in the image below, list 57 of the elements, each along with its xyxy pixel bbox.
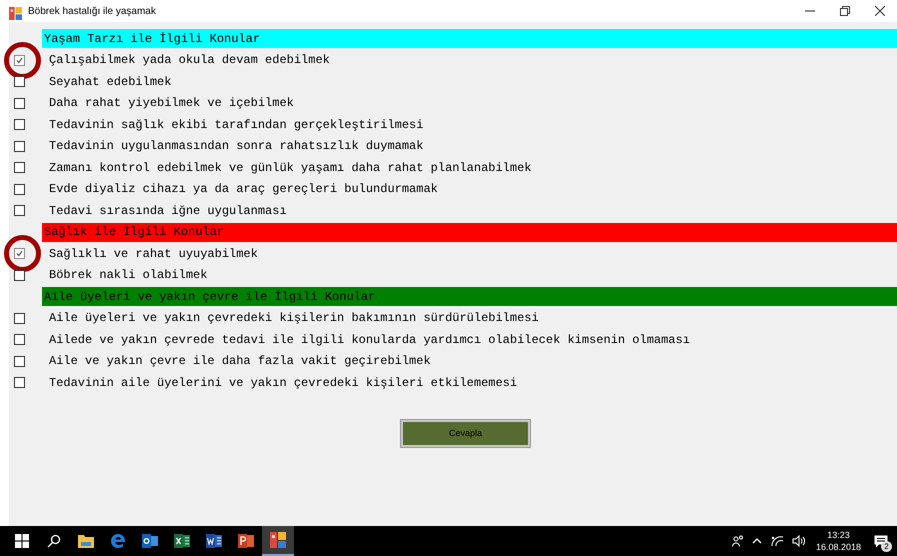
clock-date: 16.08.2018: [816, 541, 861, 553]
checkbox[interactable]: [14, 205, 25, 216]
checkbox-label: Sağlıklı ve rahat uyuyabilmek: [49, 246, 258, 261]
people-icon[interactable]: [732, 535, 744, 547]
folder-icon: [78, 534, 94, 548]
section-header: Yaşam Tarzı ile İlgili Konular: [42, 29, 897, 48]
checkbox-label: Zamanı kontrol edebilmek ve günlük yaşamı daha rahat planlanabilmek: [49, 160, 532, 175]
checkbox[interactable]: [14, 356, 25, 367]
checkbox[interactable]: [14, 76, 25, 88]
clock-time: 13:23: [827, 529, 850, 541]
notification-count: 2: [881, 541, 892, 552]
document-app-icon: [206, 534, 222, 548]
volume-icon[interactable]: [792, 535, 806, 547]
close-icon: [874, 6, 884, 16]
wifi-icon[interactable]: [770, 535, 784, 547]
checkbox[interactable]: [14, 270, 25, 281]
checkbox[interactable]: [14, 184, 25, 195]
checkbox-label: Tedavinin uygulanmasından sonra rahatsızlık duymamak: [49, 139, 424, 154]
checkbox[interactable]: [14, 248, 25, 260]
checkbox[interactable]: [14, 377, 25, 388]
checkbox-label: Tedavinin sağlık ekibi tarafından gerçekleştirilmesi: [49, 118, 424, 132]
restore-icon: [840, 6, 850, 16]
section-header: Sağlık ile İlgili Konular: [42, 222, 897, 242]
window-title: Böbrek hastalığı ile yaşamak: [28, 6, 156, 16]
checkbox-label: Ailede ve yakın çevrede tedavi ile ilgili konularda yardımcı olabilecek kimsenin olmaması: [49, 332, 690, 347]
mail-app-icon: [142, 534, 158, 548]
spreadsheet-icon: [174, 534, 190, 548]
form-app-icon: [270, 532, 286, 548]
checkbox[interactable]: [14, 98, 25, 109]
search-icon: [47, 534, 61, 548]
checkbox[interactable]: [14, 334, 25, 346]
notification-button[interactable]: 2: [869, 526, 893, 556]
section-header: Aile üyeleri ve yakın çevre ile İlgili Konular: [42, 287, 897, 306]
checkmark-icon: [16, 250, 23, 258]
checkmark-icon: [16, 56, 23, 64]
checkbox[interactable]: [14, 140, 25, 152]
form-app-icon: [9, 6, 22, 20]
checkbox[interactable]: [14, 119, 25, 130]
caret-icon[interactable]: [752, 538, 762, 544]
checkbox-label: Daha rahat yiyebilmek ve içebilmek: [49, 96, 294, 110]
checkbox[interactable]: [14, 162, 25, 174]
checkbox-label: Böbrek nakli olabilmek: [49, 268, 208, 282]
submit-button[interactable]: Cevapla: [401, 420, 530, 446]
browser-icon: [110, 533, 126, 549]
taskbar-button[interactable]: [262, 526, 294, 556]
checkbox-label: Çalışabilmek yada okula devam edebilmek: [49, 53, 330, 68]
minimize-icon: [804, 10, 814, 12]
checkbox-label: Evde diyaliz cihazı ya da araç gereçleri bulundurmamak: [49, 182, 438, 196]
checkbox-label: Seyahat edebilmek: [49, 74, 172, 89]
checkbox[interactable]: [14, 54, 25, 66]
checkbox[interactable]: [14, 312, 25, 324]
checkbox-label: Tedavinin aile üyelerini ve yakın çevredeki kişileri etkilememesi: [49, 376, 518, 390]
checkbox-label: Aile ve yakın çevre ile daha fazla vakit geçirebilmek: [49, 354, 431, 368]
windows-icon: [15, 534, 29, 548]
checkbox-label: Tedavi sırasında iğne uygulanması: [49, 204, 287, 218]
presentation-icon: [238, 534, 254, 548]
checkbox-label: Aile üyeleri ve yakın çevredeki kişilerin bakımının sürdürülebilmesi: [49, 311, 539, 326]
